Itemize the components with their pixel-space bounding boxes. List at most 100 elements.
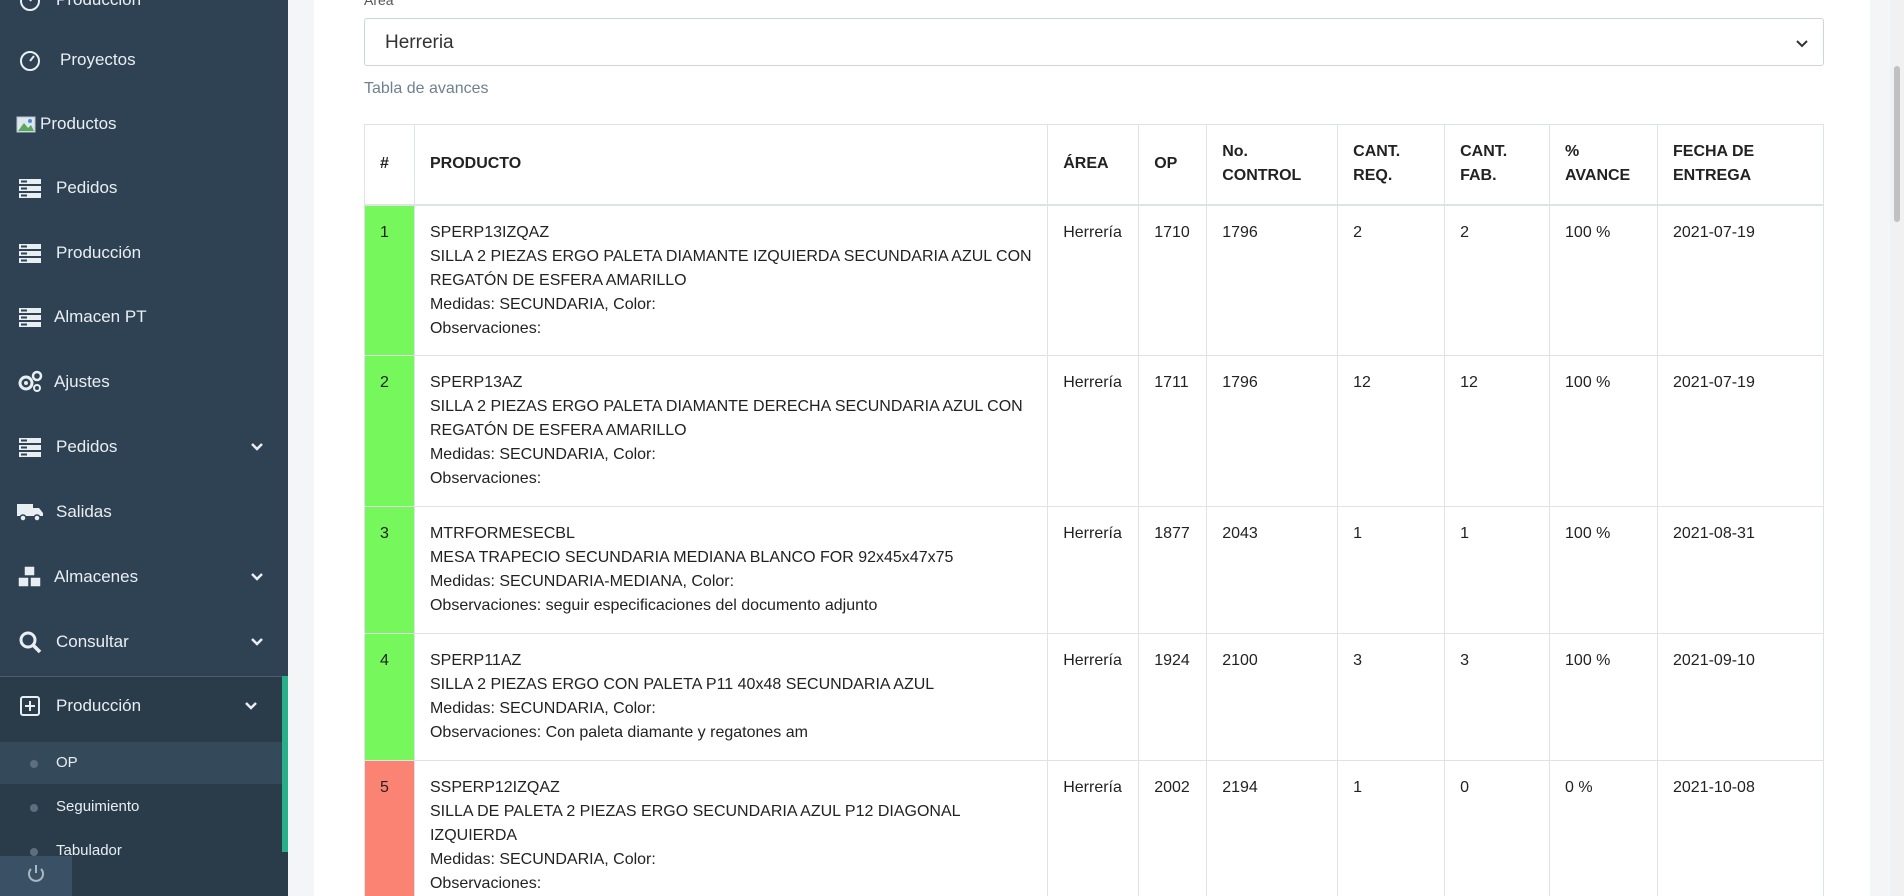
area-cell: Herrería: [1047, 633, 1140, 761]
product-cell: SPERP11AZ SILLA 2 PIEZAS ERGO CON PALETA…: [413, 633, 1049, 761]
cant-req-cell: 12: [1337, 355, 1446, 507]
submenu-item-seguimiento[interactable]: Seguimiento: [0, 786, 282, 828]
header-num: #: [364, 124, 415, 206]
chevron-down-icon: [248, 632, 266, 650]
sidebar-item-proyectos[interactable]: Proyectos: [0, 30, 288, 90]
cant-fab-cell: 12: [1444, 355, 1551, 507]
header-line: FECHA DE: [1673, 143, 1755, 161]
avance-cell: 100 %: [1549, 633, 1658, 761]
area-filter-label: Área: [364, 0, 394, 8]
row-status-cell: 4: [364, 633, 415, 761]
sidebar-item-productos[interactable]: Productos: [0, 94, 288, 154]
control-cell: 1796: [1206, 355, 1339, 507]
power-icon: [25, 863, 47, 890]
table-row: 2 SPERP13AZ SILLA 2 PIEZAS ERGO PALETA D…: [364, 355, 1824, 507]
sidebar-item-pedidos-menu[interactable]: Pedidos: [0, 417, 288, 477]
header-cant-fab: CANT. FAB.: [1444, 124, 1551, 206]
cant-req-cell: 2: [1337, 204, 1446, 356]
chevron-down-icon: [248, 437, 266, 455]
product-description: SILLA 2 PIEZAS ERGO CON PALETA P11 40x48…: [429, 676, 935, 693]
product-code: SPERP11AZ: [429, 652, 522, 669]
product-description: SILLA 2 PIEZAS ERGO PALETA DIAMANTE DERE…: [429, 398, 1023, 439]
op-cell: 1711: [1138, 355, 1208, 507]
header-cant-req: CANT. REQ.: [1337, 124, 1446, 206]
table-row: 5 SSPERP12IZQAZ SILLA DE PALETA 2 PIEZAS…: [364, 760, 1824, 896]
chevron-down-icon: [248, 567, 266, 585]
search-icon: [16, 628, 44, 656]
row-number: 5: [380, 779, 389, 796]
product-medidas: Medidas: SECUNDARIA-MEDIANA, Color:: [429, 573, 735, 590]
table-row: 1 SPERP13IZQAZ SILLA 2 PIEZAS ERGO PALET…: [364, 204, 1824, 356]
sidebar-item-ajustes[interactable]: Ajustes: [0, 352, 288, 412]
row-number: 4: [380, 652, 389, 669]
broken-image-icon: [12, 110, 40, 138]
product-description: SILLA 2 PIEZAS ERGO PALETA DIAMANTE IZQU…: [429, 247, 1032, 289]
avance-cell: 0 %: [1549, 760, 1658, 896]
area-select-value: Herreria: [385, 32, 454, 53]
sidebar-item-produccion[interactable]: Producción: [0, 223, 288, 283]
cant-req-cell: 1: [1337, 506, 1446, 634]
power-button[interactable]: [0, 856, 72, 896]
product-code: SSPERP12IZQAZ: [429, 779, 560, 796]
product-description: SILLA DE PALETA 2 PIEZAS ERGO SECUNDARIA…: [429, 803, 960, 844]
product-medidas: Medidas: SECUNDARIA, Color:: [429, 446, 656, 463]
header-line: AVANCE: [1565, 167, 1631, 185]
sidebar-item-produccion-menu[interactable]: Producción: [0, 676, 282, 736]
header-line: CANT.: [1353, 143, 1401, 161]
header-producto: PRODUCTO: [413, 124, 1049, 206]
avance-cell: 100 %: [1549, 355, 1658, 507]
scrollbar-thumb[interactable]: [1894, 66, 1900, 222]
sidebar-item-pedidos[interactable]: Pedidos: [0, 158, 288, 218]
chevron-down-icon: [1795, 36, 1809, 50]
gauge-icon: [16, 46, 44, 74]
stack-icon: [16, 303, 44, 331]
cant-fab-cell: 3: [1444, 633, 1551, 761]
product-code: SPERP13AZ: [429, 374, 523, 391]
product-medidas: Medidas: SECUNDARIA, Color:: [429, 700, 656, 717]
header-area: ÁREA: [1047, 124, 1140, 206]
submenu-item-label: Seguimiento: [56, 798, 140, 815]
cant-fab-cell: 2: [1444, 204, 1551, 356]
area-cell: Herrería: [1047, 506, 1140, 634]
op-cell: 1877: [1138, 506, 1208, 634]
sidebar-item-almacen-pt[interactable]: Almacen PT: [0, 287, 288, 347]
op-cell: 2002: [1138, 760, 1208, 896]
area-select[interactable]: Herreria: [364, 18, 1824, 66]
cubes-icon: [16, 563, 44, 591]
header-avance: % AVANCE: [1549, 124, 1658, 206]
table-caption: Tabla de avances: [364, 80, 489, 97]
product-code: SPERP13IZQAZ: [429, 223, 550, 241]
sidebar-item-label: Almacen PT: [54, 307, 147, 326]
cant-fab-cell: 1: [1444, 506, 1551, 634]
sidebar-item-label: Productos: [40, 114, 117, 133]
row-status-cell: 3: [364, 506, 415, 634]
product-medidas: Medidas: SECUNDARIA, Color:: [429, 295, 656, 313]
fecha-cell: 2021-07-19: [1657, 355, 1824, 507]
submenu-item-op[interactable]: OP: [0, 742, 282, 784]
product-observaciones: Observaciones: seguir especificaciones d…: [429, 597, 878, 614]
product-observaciones: Observaciones: Con paleta diamante y reg…: [429, 724, 808, 741]
avances-table: # PRODUCTO ÁREA OP No. CONTROL CANT. REQ. …: [364, 124, 1824, 896]
page-scrollbar[interactable]: [1890, 0, 1904, 896]
row-status-cell: 2: [364, 355, 415, 507]
product-cell: SPERP13AZ SILLA 2 PIEZAS ERGO PALETA DIA…: [413, 355, 1049, 507]
sidebar-item-label: Ajustes: [54, 372, 110, 391]
sidebar-item-consultar[interactable]: Consultar: [0, 612, 288, 672]
product-observaciones: Observaciones:: [429, 875, 542, 892]
control-cell: 2100: [1206, 633, 1339, 761]
sidebar-item-produccion-top[interactable]: Producción: [0, 0, 288, 30]
cant-fab-cell: 0: [1444, 760, 1551, 896]
sidebar: Producción Proyectos Productos Pedidos P…: [0, 0, 288, 896]
row-status-cell: 5: [364, 760, 415, 896]
stack-icon: [16, 239, 44, 267]
cant-req-cell: 1: [1337, 760, 1446, 896]
area-cell: Herrería: [1047, 355, 1140, 507]
header-line: FAB.: [1460, 167, 1497, 185]
header-line: %: [1565, 143, 1580, 161]
sidebar-item-almacenes[interactable]: Almacenes: [0, 547, 288, 607]
control-cell: 2194: [1206, 760, 1339, 896]
product-code: MTRFORMESECBL: [429, 525, 575, 542]
fecha-cell: 2021-07-19: [1657, 204, 1824, 356]
sidebar-item-salidas[interactable]: Salidas: [0, 482, 288, 542]
truck-icon: [16, 498, 44, 526]
